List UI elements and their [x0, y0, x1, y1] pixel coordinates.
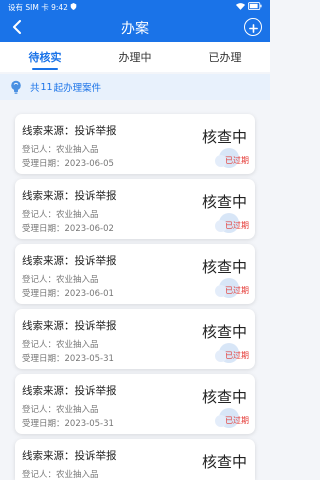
case-card[interactable]: 线索来源：投诉举报 登记人：农业抽入品 受理日期：2023-06-01 核查中 … — [15, 244, 255, 304]
case-source: 线索来源：投诉举报 — [22, 125, 117, 137]
add-case-button[interactable] — [244, 18, 262, 36]
case-source: 线索来源：投诉举报 — [22, 190, 117, 202]
case-status: 核查中 — [201, 453, 247, 471]
status-bar: 设有 SIM 卡 9:42 — [0, 0, 270, 14]
status-carrier-time: 设有 SIM 卡 9:42 — [8, 2, 77, 13]
case-source: 线索来源：投诉举报 — [22, 385, 117, 397]
summary-count: 11 — [40, 81, 53, 93]
case-source: 线索来源：投诉举报 — [22, 255, 117, 267]
case-card[interactable]: 线索来源：投诉举报 登记人：农业抽入品 受理日期：2023-05-31 核查中 … — [15, 374, 255, 434]
case-accept-date: 受理日期：2023-05-31 — [22, 419, 114, 429]
battery-icon — [248, 2, 262, 12]
case-registrant: 登记人：农业抽入品 — [22, 210, 99, 220]
expired-badge: 已过期 — [225, 351, 249, 360]
case-accept-date: 受理日期：2023-06-05 — [22, 159, 114, 169]
shield-icon — [70, 2, 77, 12]
case-status: 核查中 — [201, 388, 247, 406]
expired-badge: 已过期 — [225, 221, 249, 230]
case-source: 线索来源：投诉举报 — [22, 320, 117, 332]
expired-badge: 已过期 — [225, 156, 249, 165]
case-summary-banner: 共 11 起办理案件 — [0, 74, 270, 100]
tab-in-progress[interactable]: 办理中 — [90, 42, 180, 72]
chevron-left-icon — [12, 19, 22, 38]
plus-icon — [248, 18, 258, 37]
case-card[interactable]: 线索来源：投诉举报 登记人：农业抽入品 受理日期：2023-05-31 核查中 … — [15, 309, 255, 369]
case-status: 核查中 — [201, 128, 247, 146]
tab-bar: 待核实 办理中 已办理 — [0, 42, 270, 72]
case-status: 核查中 — [201, 258, 247, 276]
status-right — [236, 2, 262, 12]
case-registrant: 登记人：农业抽入品 — [22, 275, 99, 285]
case-card[interactable]: 线索来源：投诉举报 登记人：农业抽入品 受理日期：2023-06-02 核查中 … — [15, 179, 255, 239]
page-title: 办案 — [121, 21, 149, 37]
case-status: 核查中 — [201, 193, 247, 211]
nav-bar: 办案 — [0, 14, 270, 42]
case-registrant: 登记人：农业抽入品 — [22, 405, 99, 415]
case-registrant: 登记人：农业抽入品 — [22, 145, 99, 155]
app-header: 设有 SIM 卡 9:42 办案 — [0, 0, 270, 42]
case-accept-date: 受理日期：2023-06-02 — [22, 224, 114, 234]
summary-prefix: 共 — [30, 83, 40, 94]
case-card[interactable]: 线索来源：投诉举报 登记人：农业抽入品 核查中 — [15, 439, 255, 480]
carrier-text: 设有 SIM 卡 — [8, 2, 49, 12]
time-text: 9:42 — [51, 2, 68, 12]
case-accept-date: 受理日期：2023-05-31 — [22, 354, 114, 364]
expired-badge: 已过期 — [225, 416, 249, 425]
wifi-icon — [236, 2, 245, 12]
back-button[interactable] — [9, 18, 25, 38]
case-card[interactable]: 线索来源：投诉举报 登记人：农业抽入品 受理日期：2023-06-05 核查中 … — [15, 114, 255, 174]
case-status: 核查中 — [201, 323, 247, 341]
case-registrant: 登记人：农业抽入品 — [22, 340, 99, 350]
summary-suffix: 起办理案件 — [53, 83, 102, 94]
tab-pending-verify[interactable]: 待核实 — [0, 42, 90, 72]
tab-completed[interactable]: 已办理 — [180, 42, 270, 72]
lightbulb-icon — [8, 79, 24, 95]
case-source: 线索来源：投诉举报 — [22, 450, 117, 462]
expired-badge: 已过期 — [225, 286, 249, 295]
case-accept-date: 受理日期：2023-06-01 — [22, 289, 114, 299]
case-registrant: 登记人：农业抽入品 — [22, 470, 99, 480]
